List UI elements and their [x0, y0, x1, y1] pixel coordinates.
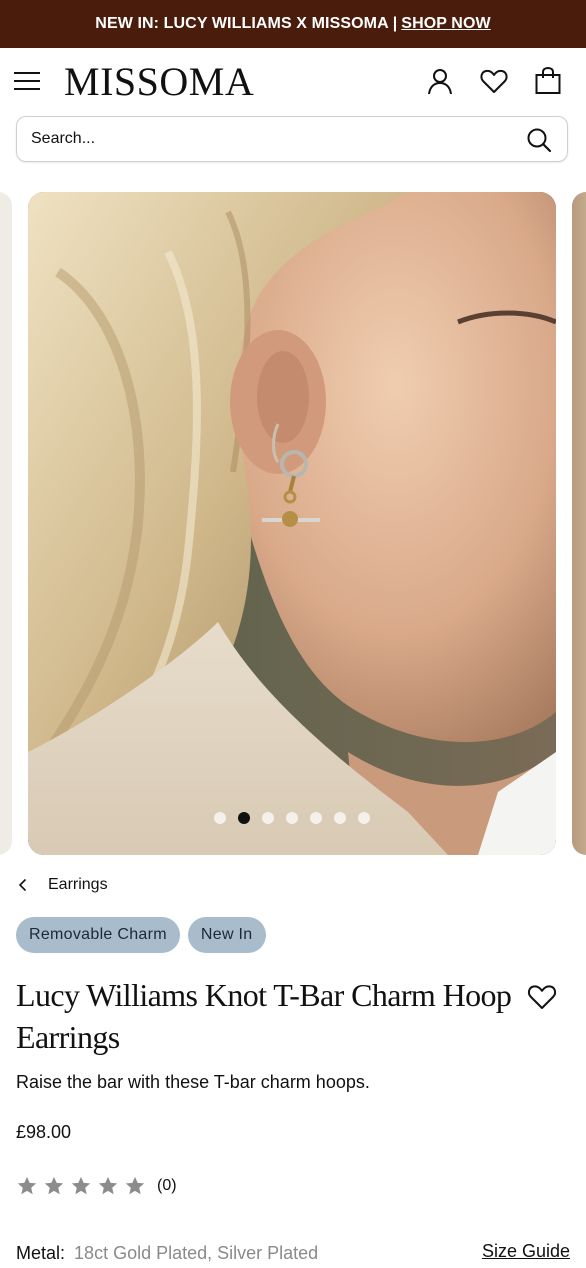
carousel-dot[interactable]: [310, 812, 322, 824]
star-icon: [44, 1176, 64, 1195]
chevron-left-icon[interactable]: [16, 878, 30, 892]
carousel-dot[interactable]: [262, 812, 274, 824]
product-description: Raise the bar with these T-bar charm hoo…: [16, 1072, 370, 1092]
bag-icon[interactable]: [533, 66, 563, 96]
size-guide-link[interactable]: Size Guide: [482, 1241, 570, 1262]
metal-options: Metal: 18ct Gold Plated, Silver Plated: [16, 1243, 318, 1264]
model-earring-image: [28, 192, 556, 855]
search-bar[interactable]: Search...: [16, 116, 568, 162]
promo-banner[interactable]: NEW IN: LUCY WILLIAMS X MISSOMA | SHOP N…: [0, 0, 586, 48]
carousel-dot[interactable]: [358, 812, 370, 824]
product-photo: [28, 192, 556, 855]
product-price: £98.00: [16, 1122, 72, 1142]
star-icon: [98, 1176, 118, 1195]
metal-value: 18ct Gold Plated, Silver Plated: [74, 1243, 319, 1263]
menu-icon[interactable]: [14, 70, 40, 92]
carousel-dot[interactable]: [238, 812, 250, 824]
metal-label: Metal:: [16, 1243, 66, 1263]
star-icon: [71, 1176, 91, 1195]
star-icon: [125, 1176, 145, 1195]
product-title: Lucy Williams Knot T-Bar Charm Hoop Earr…: [16, 977, 512, 1055]
product-tags: Removable Charm New In: [16, 917, 266, 953]
wishlist-icon[interactable]: [479, 66, 509, 96]
carousel-dot[interactable]: [286, 812, 298, 824]
next-slide-peek[interactable]: [572, 192, 586, 855]
previous-slide-peek[interactable]: [0, 192, 12, 855]
account-icon[interactable]: [425, 66, 455, 96]
brand-logo[interactable]: MISSOMA: [64, 60, 254, 104]
site-header: MISSOMA: [0, 48, 586, 114]
search-icon[interactable]: [525, 126, 553, 154]
carousel-dot[interactable]: [214, 812, 226, 824]
breadcrumb[interactable]: Earrings: [16, 872, 108, 898]
product-image-carousel[interactable]: [0, 192, 586, 855]
carousel-dot[interactable]: [334, 812, 346, 824]
tag-badge: Removable Charm: [16, 917, 180, 953]
tag-badge: New In: [187, 917, 266, 953]
promo-text: NEW IN: LUCY WILLIAMS X MISSOMA |: [95, 15, 398, 32]
carousel-pagination[interactable]: [28, 812, 556, 826]
breadcrumb-link[interactable]: Earrings: [48, 876, 108, 894]
shop-now-link[interactable]: SHOP NOW: [401, 15, 490, 33]
star-icon: [17, 1176, 37, 1195]
review-count[interactable]: (0): [157, 1177, 177, 1195]
add-to-wishlist-icon[interactable]: [526, 982, 558, 1012]
rating-stars[interactable]: (0): [16, 1175, 177, 1197]
search-input[interactable]: Search...: [31, 130, 95, 148]
